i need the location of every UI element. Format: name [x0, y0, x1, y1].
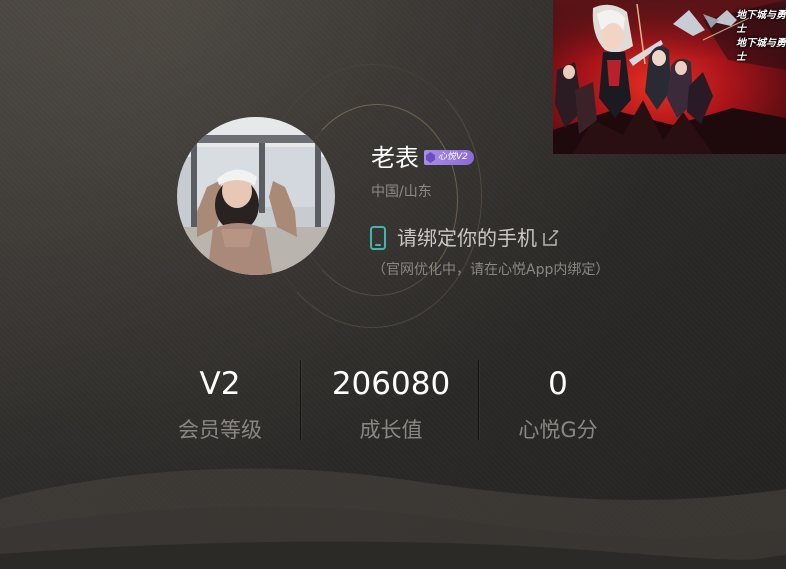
mobile-phone-icon [370, 226, 386, 250]
stat-label: 心悦G分 [518, 418, 598, 442]
phone-bind-row[interactable]: 请绑定你的手机 [369, 224, 561, 252]
user-location: 中国/山东 [371, 184, 432, 200]
game-promo-banner[interactable]: 地下城与勇士 地下城与勇士 [553, 0, 786, 154]
stat-label: 会员等级 [178, 418, 262, 442]
stat-value: 0 [548, 366, 568, 402]
profile-panel: 老表 心悦V2 中国/山东 请绑定你的手机 （官网优化中，请在心悦App内绑定）… [0, 0, 786, 569]
decorative-waves [0, 468, 786, 569]
stat-divider [300, 360, 301, 440]
phone-bind-text[interactable]: 请绑定你的手机 [397, 224, 537, 252]
stat-growth-value: 206080 成长值 [310, 364, 472, 444]
user-avatar-photo-icon [177, 117, 335, 275]
stat-member-level: V2 会员等级 [140, 364, 300, 444]
edit-icon[interactable] [541, 228, 561, 248]
stat-g-points: 0 心悦G分 [478, 364, 638, 444]
game-logo: 地下城与勇士 [736, 38, 786, 63]
stat-value: 206080 [331, 366, 451, 402]
stat-value: V2 [199, 366, 241, 402]
avatar[interactable] [177, 117, 335, 275]
username: 老表 [371, 144, 419, 172]
vip-level-badge: 心悦V2 [424, 150, 474, 165]
game-logo: 地下城与勇士 [736, 10, 786, 35]
stat-label: 成长值 [359, 418, 423, 442]
phone-bind-note: （官网优化中，请在心悦App内绑定） [372, 262, 610, 278]
